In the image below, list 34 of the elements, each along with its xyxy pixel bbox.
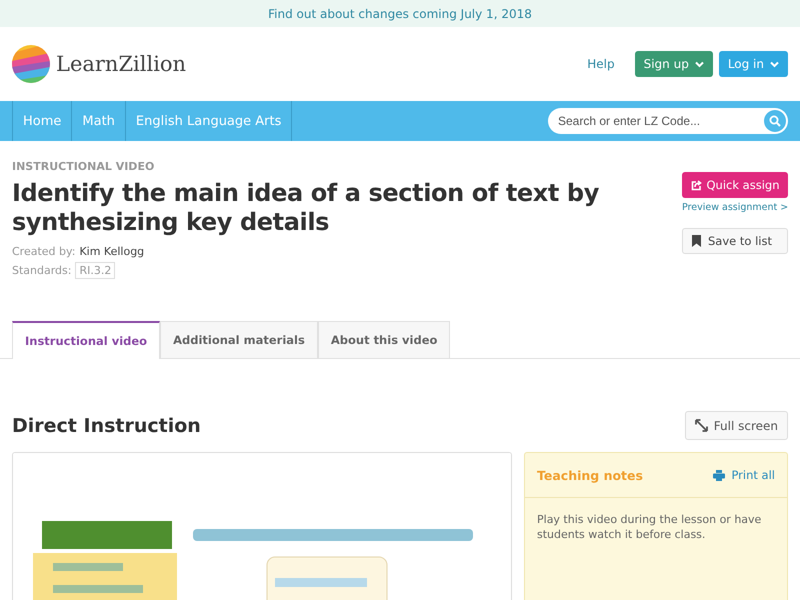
logo-icon <box>12 45 50 83</box>
standard-tag: RI.3.2 <box>75 262 116 279</box>
tab[interactable]: About this video <box>318 321 450 358</box>
full-screen-button[interactable]: Full screen <box>684 411 788 440</box>
notes-title: Teaching notes <box>537 468 643 482</box>
search-icon <box>769 115 781 127</box>
nav-item[interactable]: English Language Arts <box>126 101 292 141</box>
notes-text: Play this video during the lesson or have students watch it before class. <box>537 512 762 542</box>
lesson-title: Identify the main idea of a section of text by synthesizing key details <box>12 179 600 237</box>
logo-text[interactable]: LearnZillion <box>56 52 186 76</box>
author-link[interactable]: Kim Kellogg <box>79 245 144 258</box>
tab[interactable]: Additional materials <box>160 321 318 358</box>
save-to-list-button[interactable]: Save to list <box>682 228 788 254</box>
print-all-link[interactable]: Print all <box>713 468 775 482</box>
expand-icon <box>694 419 708 432</box>
log-in-button[interactable]: Log in <box>718 51 788 77</box>
sign-up-button[interactable]: Sign up <box>634 51 713 77</box>
section-title: Direct Instruction <box>12 414 201 436</box>
tab[interactable]: Instructional video <box>12 321 160 359</box>
caret-icon <box>770 60 779 68</box>
help-link[interactable]: Help <box>587 57 615 71</box>
announcement-link[interactable]: Find out about changes coming July 1, 2018 <box>268 6 532 20</box>
preview-link[interactable]: Preview assignment > <box>682 202 788 213</box>
content-type-label: INSTRUCTIONAL VIDEO <box>12 160 156 173</box>
nav-item[interactable]: Home <box>13 101 72 141</box>
search-field[interactable]: Search or enter LZ Code... <box>548 108 788 134</box>
printer-icon <box>713 470 726 480</box>
caret-icon <box>694 60 704 68</box>
meta-label: Created by: <box>12 245 76 258</box>
bookmark-icon <box>692 235 701 247</box>
share-icon <box>690 180 702 190</box>
meta-label: Standards: <box>12 264 72 277</box>
quick-assign-button[interactable]: Quick assign <box>682 172 788 198</box>
nav-item[interactable]: Math <box>72 101 126 141</box>
